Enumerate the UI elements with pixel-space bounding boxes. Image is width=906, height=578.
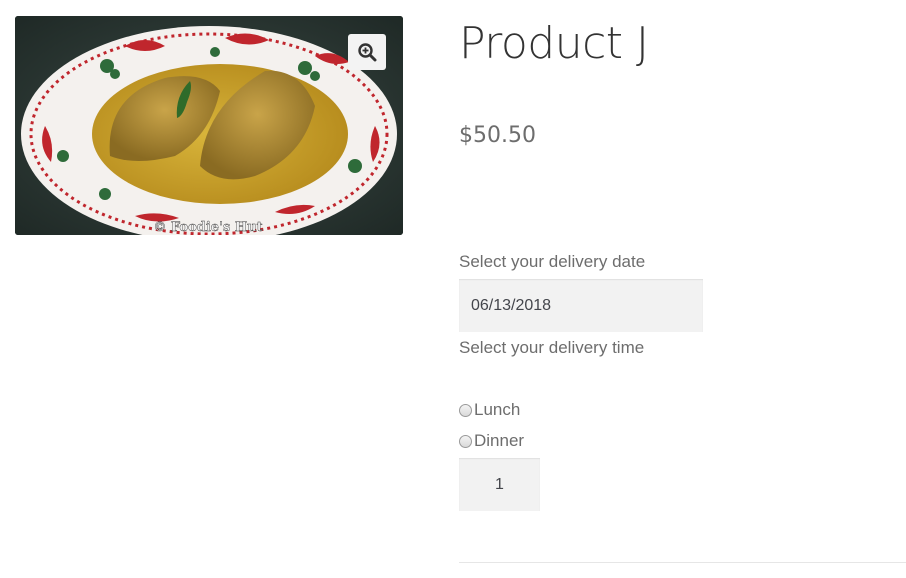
delivery-date-input[interactable] — [459, 279, 703, 332]
dinner-radio[interactable] — [459, 434, 472, 448]
zoom-button[interactable] — [348, 34, 386, 70]
delivery-option-dinner[interactable]: Dinner — [459, 431, 524, 451]
food-photo: © Foodie's Hut — [15, 16, 403, 235]
zoom-in-icon — [358, 43, 377, 62]
image-watermark: © Foodie's Hut — [153, 220, 262, 235]
quantity-input[interactable] — [459, 458, 540, 511]
divider — [459, 562, 906, 563]
lunch-radio[interactable] — [459, 403, 472, 417]
delivery-date-label: Select your delivery date — [459, 252, 646, 271]
delivery-time-label: Select your delivery time — [459, 338, 645, 357]
product-price: $50.50 — [459, 123, 536, 148]
lunch-label: Lunch — [474, 400, 521, 419]
product-title: Product J — [459, 18, 649, 69]
product-image[interactable]: © Foodie's Hut — [15, 16, 403, 235]
dinner-label: Dinner — [474, 431, 525, 450]
delivery-option-lunch[interactable]: Lunch — [459, 400, 520, 420]
